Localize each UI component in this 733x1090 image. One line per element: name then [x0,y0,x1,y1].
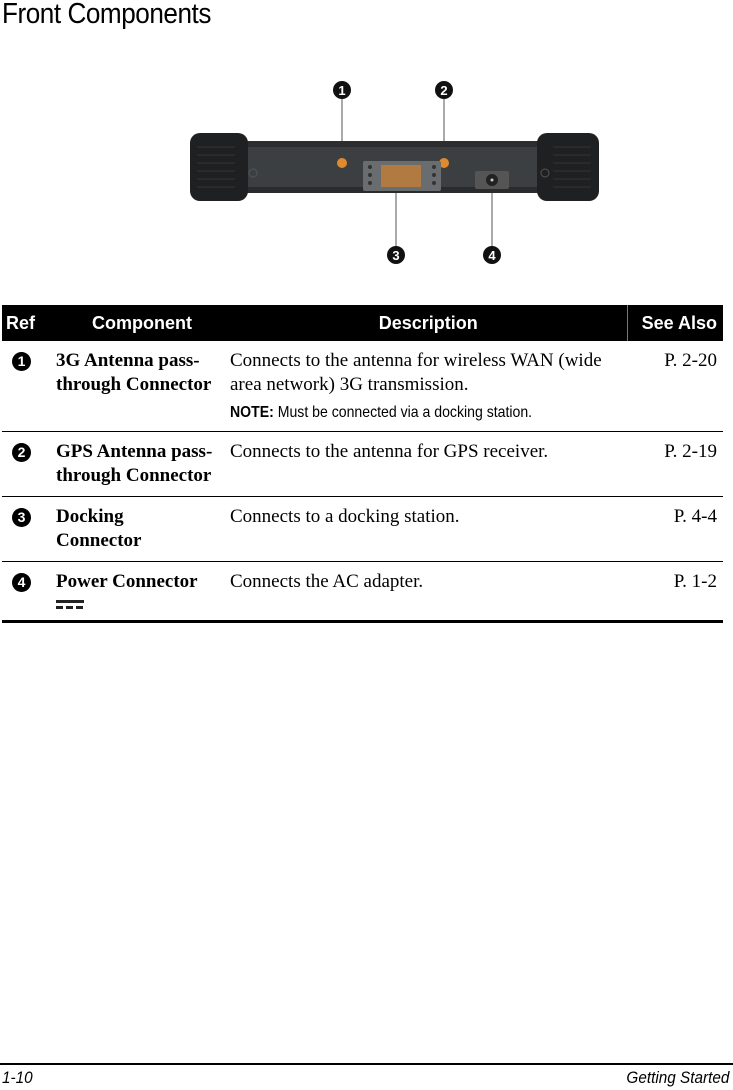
header-description: Description [230,305,627,341]
ref-number-badge: 3 [12,508,31,527]
table-header-row: Ref Component Description See Also [2,305,723,341]
ref-number-badge: 2 [12,443,31,462]
component-description: Connects to a docking station. [230,496,627,562]
table-row: 2 GPS Antenna pass-through Connector Con… [2,431,723,497]
component-description: Connects the AC adapter. [230,561,627,623]
page-title: Front Components [2,0,211,30]
callout-3: 3 [387,246,405,264]
see-also-ref: P. 4-4 [627,496,723,562]
component-name: Power Connector [56,571,198,592]
components-table: Ref Component Description See Also 1 3G … [2,305,723,623]
device-front-figure: 1 2 3 4 [185,75,605,270]
callout-2: 2 [435,81,453,99]
svg-text:3: 3 [392,248,399,263]
svg-text:1: 1 [338,83,345,98]
table-row: 4 Power Connector Connects the AC adapte… [2,561,723,623]
svg-text:2: 2 [440,83,447,98]
note-label: NOTE: [230,404,274,421]
callout-4: 4 [483,246,501,264]
footer-section-title: Getting Started [626,1068,729,1087]
see-also-ref: P. 1-2 [627,561,723,623]
table-row: 3 Docking Connector Connects to a dockin… [2,496,723,562]
footer-page-number: 1-10 [2,1068,33,1087]
svg-text:4: 4 [488,248,496,263]
note: NOTE: Must be connected via a docking st… [230,403,579,423]
header-ref: Ref [2,305,54,341]
table-row: 1 3G Antenna pass-through Connector Conn… [2,341,723,432]
component-name: GPS Antenna pass-through Connector [54,431,230,497]
header-component: Component [54,305,230,341]
ref-number-badge: 1 [12,352,31,371]
footer-divider [0,1063,733,1065]
see-also-ref: P. 2-19 [627,431,723,497]
component-name: Docking Connector [54,496,230,562]
component-description: Connects to the antenna for wireless WAN… [230,350,602,395]
see-also-ref: P. 2-20 [627,341,723,432]
component-name: 3G Antenna pass-through Connector [54,341,230,432]
component-description: Connects to the antenna for GPS receiver… [230,431,627,497]
ref-number-badge: 4 [12,573,31,592]
callout-1: 1 [333,81,351,99]
note-text: Must be connected via a docking station. [273,404,533,421]
header-see-also: See Also [626,305,723,341]
dc-power-icon [56,600,84,612]
